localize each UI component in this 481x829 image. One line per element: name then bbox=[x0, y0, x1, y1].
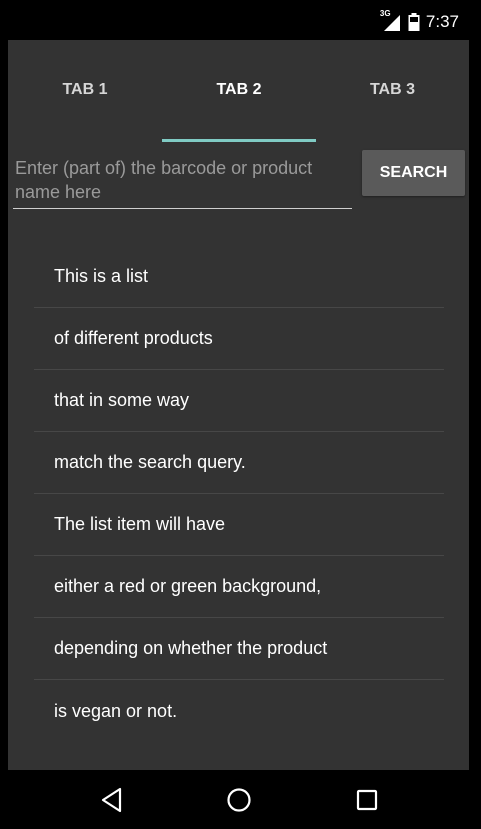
list-item[interactable]: The list item will have bbox=[34, 494, 444, 556]
search-input[interactable] bbox=[13, 156, 352, 204]
product-list: This is a list of different products tha… bbox=[34, 246, 444, 742]
list-item[interactable]: depending on whether the product bbox=[34, 618, 444, 680]
tab-selected-indicator bbox=[162, 139, 316, 142]
search-row: SEARCH bbox=[13, 150, 469, 210]
phone-screen: 3G 7:37 TAB 1 TAB 2 TAB 3 Enter (part of… bbox=[0, 0, 481, 829]
list-item[interactable]: This is a list bbox=[34, 246, 444, 308]
tab-3[interactable]: TAB 3 bbox=[316, 40, 469, 140]
recents-icon bbox=[356, 789, 378, 811]
network-type-label: 3G bbox=[379, 9, 391, 18]
status-icons: 3G 7:37 bbox=[379, 9, 459, 32]
list-item[interactable]: that in some way bbox=[34, 370, 444, 432]
signal-icon: 3G bbox=[379, 9, 402, 31]
list-item[interactable]: of different products bbox=[34, 308, 444, 370]
list-item[interactable]: is vegan or not. bbox=[34, 680, 444, 742]
navigation-bar bbox=[0, 770, 481, 829]
recents-button[interactable] bbox=[353, 786, 381, 814]
tab-2[interactable]: TAB 2 bbox=[162, 40, 316, 140]
home-button[interactable] bbox=[225, 786, 253, 814]
tab-1[interactable]: TAB 1 bbox=[8, 40, 162, 140]
back-button[interactable] bbox=[98, 786, 126, 814]
list-item[interactable]: match the search query. bbox=[34, 432, 444, 494]
status-clock: 7:37 bbox=[425, 12, 459, 31]
back-icon bbox=[101, 787, 122, 813]
tab-bar: TAB 1 TAB 2 TAB 3 bbox=[8, 40, 469, 143]
battery-icon bbox=[408, 13, 420, 31]
search-button[interactable]: SEARCH bbox=[362, 150, 465, 196]
list-item[interactable]: either a red or green background, bbox=[34, 556, 444, 618]
app-content: TAB 1 TAB 2 TAB 3 SEARCH This is a list … bbox=[8, 40, 469, 770]
status-bar: 3G 7:37 bbox=[0, 0, 481, 40]
home-icon bbox=[227, 788, 251, 812]
search-input-container bbox=[13, 150, 352, 209]
